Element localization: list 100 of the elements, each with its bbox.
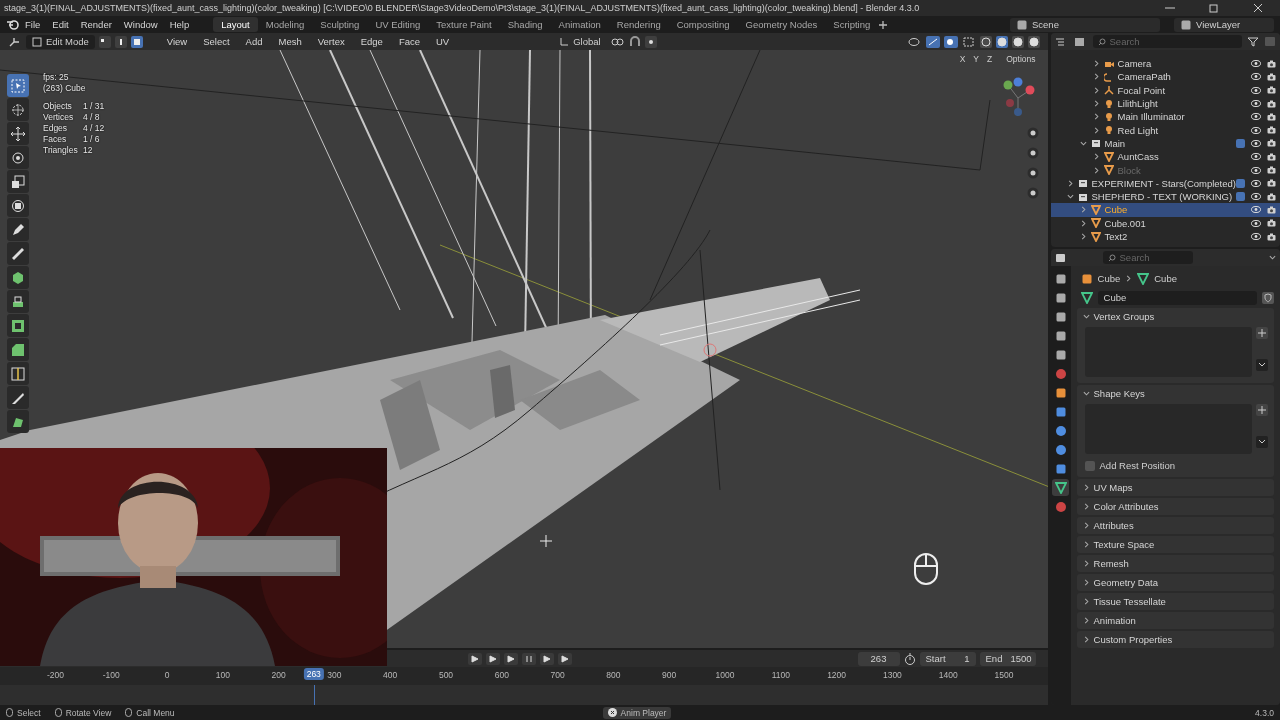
- eye-icon[interactable]: [1251, 153, 1261, 161]
- eye-icon[interactable]: [1251, 206, 1261, 214]
- menu-item[interactable]: Mesh: [272, 36, 308, 47]
- panel-title[interactable]: UV Maps: [1093, 482, 1133, 493]
- outliner-item[interactable]: Main Illuminator: [1117, 111, 1185, 123]
- eye-icon[interactable]: [1251, 233, 1261, 240]
- workspace-tab[interactable]: Modeling: [257, 17, 313, 32]
- visibility-icon[interactable]: [907, 35, 922, 48]
- breadcrumb-item[interactable]: Cube: [1097, 273, 1121, 284]
- breadcrumb-item[interactable]: Cube: [1154, 273, 1177, 284]
- scene-selector[interactable]: Scene: [1010, 17, 1160, 32]
- eye-icon[interactable]: [1251, 193, 1261, 201]
- outliner-item[interactable]: Cube: [1104, 204, 1128, 216]
- chevron-icon[interactable]: [1092, 60, 1100, 68]
- list-controls-icon[interactable]: [1256, 404, 1268, 448]
- menu-item[interactable]: File: [19, 19, 47, 30]
- panel-title[interactable]: Color Attributes: [1093, 501, 1159, 512]
- stopwatch-icon[interactable]: [903, 652, 916, 665]
- menu-item[interactable]: Face: [392, 36, 426, 47]
- dropdown-icon[interactable]: [1269, 254, 1276, 261]
- outliner-item[interactable]: AuntCass: [1117, 151, 1159, 163]
- vertex-select-icon[interactable]: [98, 35, 111, 48]
- snap-icon[interactable]: [628, 35, 641, 48]
- face-select-icon[interactable]: [130, 35, 143, 48]
- chevron-icon[interactable]: [1082, 541, 1090, 548]
- outliner-item[interactable]: Red Light: [1117, 124, 1159, 136]
- menu-item[interactable]: Edge: [354, 36, 389, 47]
- menu-item[interactable]: Vertex: [311, 36, 351, 47]
- checkbox[interactable]: [1084, 460, 1095, 471]
- menu-item[interactable]: View: [160, 36, 194, 47]
- outliner-item[interactable]: EXPERIMENT - Stars(Completed): [1091, 177, 1236, 189]
- square-icon[interactable]: [1054, 386, 1067, 399]
- eye-icon[interactable]: [1251, 139, 1261, 147]
- wire-shading-icon[interactable]: [979, 35, 992, 48]
- orientation-selector[interactable]: Global: [553, 34, 607, 49]
- menu-item[interactable]: UV: [430, 36, 456, 47]
- eye-icon[interactable]: [1251, 113, 1261, 121]
- mirror-axis-toggle[interactable]: Y: [973, 54, 979, 64]
- material-shading-icon[interactable]: [1011, 35, 1024, 48]
- transform-icon[interactable]: [7, 194, 29, 217]
- outliner-item[interactable]: LilithLight: [1117, 98, 1158, 110]
- panel-title[interactable]: Tissue Tessellate: [1093, 596, 1166, 607]
- panel-title[interactable]: Remesh: [1093, 558, 1129, 569]
- add-icon[interactable]: [878, 19, 889, 30]
- menu-item[interactable]: Select: [197, 36, 236, 47]
- chevron-icon[interactable]: [1079, 139, 1087, 147]
- overlay-icon[interactable]: [943, 35, 958, 48]
- scale-icon[interactable]: [7, 170, 29, 193]
- chevron-icon[interactable]: [1082, 503, 1090, 510]
- knife-icon[interactable]: [7, 386, 29, 409]
- solid-shading-icon[interactable]: [995, 35, 1008, 48]
- workspace-tab[interactable]: Texture Paint: [428, 17, 500, 32]
- menu-item[interactable]: Add: [239, 36, 269, 47]
- edge-select-icon[interactable]: [114, 35, 127, 48]
- menu-item[interactable]: Help: [163, 19, 196, 30]
- chevron-icon[interactable]: [1082, 390, 1090, 397]
- extrude-icon[interactable]: [7, 290, 29, 313]
- eye-icon[interactable]: [1251, 100, 1261, 108]
- outliner-item[interactable]: Focal Point: [1117, 84, 1166, 96]
- menu-item[interactable]: Edit: [46, 19, 75, 30]
- eye-icon[interactable]: [1251, 179, 1261, 187]
- chevron-icon[interactable]: [1082, 579, 1090, 586]
- workspace-tab[interactable]: Rendering: [608, 17, 669, 32]
- poly-build-icon[interactable]: [7, 410, 29, 433]
- funnel-icon[interactable]: [1247, 36, 1259, 47]
- ruler-icon[interactable]: [7, 242, 29, 265]
- sphere-icon[interactable]: [1054, 500, 1067, 513]
- chevron-icon[interactable]: [1092, 126, 1100, 134]
- workspace-tab[interactable]: Scripting: [825, 17, 879, 32]
- current-frame-field[interactable]: 263: [857, 651, 900, 666]
- eye-icon[interactable]: [1251, 73, 1261, 81]
- rotate-icon[interactable]: [7, 146, 29, 169]
- panel-title[interactable]: Shape Keys: [1093, 388, 1145, 399]
- mode-selector[interactable]: Edit Mode: [26, 34, 95, 49]
- outliner-item[interactable]: Cube.001: [1104, 217, 1146, 229]
- bevel-icon[interactable]: [7, 338, 29, 361]
- outliner-item[interactable]: CameraPath: [1117, 71, 1171, 83]
- editor-type-icon[interactable]: [8, 35, 22, 48]
- chevron-icon[interactable]: [1066, 193, 1074, 201]
- logo-icon[interactable]: [6, 19, 19, 30]
- chevron-icon[interactable]: [1066, 179, 1074, 187]
- eye-icon[interactable]: [1251, 219, 1261, 227]
- panel-title[interactable]: Vertex Groups: [1093, 311, 1155, 322]
- chevron-icon[interactable]: [1082, 617, 1090, 624]
- chevron-icon[interactable]: [1092, 153, 1100, 161]
- eye-icon[interactable]: [1251, 126, 1261, 134]
- chevron-icon[interactable]: [1092, 73, 1100, 81]
- workspace-tab[interactable]: Animation: [550, 17, 609, 32]
- mesh-name-field[interactable]: Cube: [1097, 290, 1257, 305]
- end-frame-field[interactable]: End 1500: [979, 651, 1036, 666]
- chevron-icon[interactable]: [1079, 233, 1087, 240]
- chevron-icon[interactable]: [1079, 206, 1087, 214]
- chevron-icon[interactable]: [1079, 219, 1087, 227]
- inset-icon[interactable]: [7, 314, 29, 337]
- panel-title[interactable]: Animation: [1093, 615, 1136, 626]
- workspace-tab[interactable]: Shading: [499, 17, 551, 32]
- chevron-icon[interactable]: [1082, 313, 1090, 320]
- proportional-icon[interactable]: [644, 35, 657, 48]
- select-box-icon[interactable]: [7, 74, 29, 97]
- triangle-icon[interactable]: [1054, 481, 1067, 494]
